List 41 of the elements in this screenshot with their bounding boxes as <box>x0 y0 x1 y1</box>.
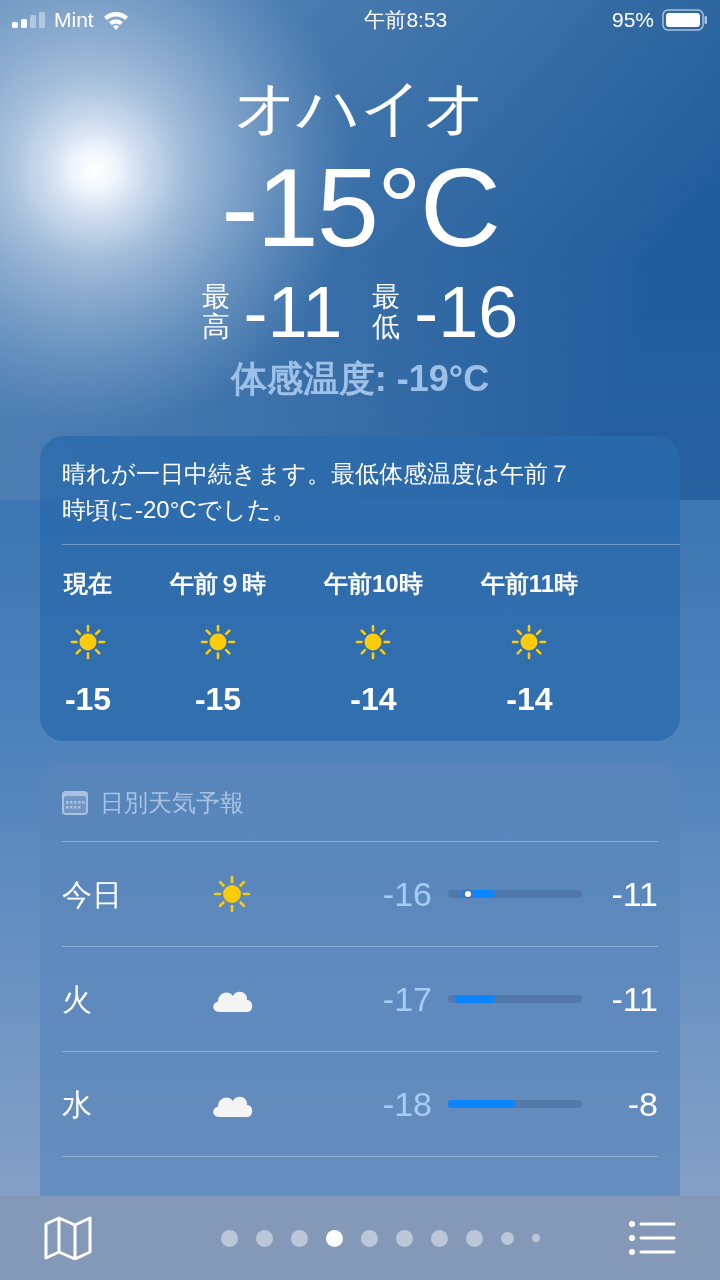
temperature-range-fill <box>454 995 495 1003</box>
hour-temperature: -15 <box>64 680 112 719</box>
day-label: 火 <box>62 981 93 1018</box>
hour-temperature: -14 <box>506 680 553 719</box>
low-temperature: -18 <box>381 1083 432 1125</box>
low-label: 最低 <box>372 282 401 342</box>
low-temperature: -16 <box>414 272 519 352</box>
low-temperature: -16 <box>381 873 432 915</box>
sun-icon <box>68 622 108 662</box>
hour-label: 現在 <box>64 569 112 599</box>
hour-label: 午前11時 <box>480 569 579 599</box>
hour-label: 午前10時 <box>324 569 423 599</box>
signal-icon <box>12 12 46 28</box>
day-label: 今日 <box>62 876 123 913</box>
feels-like: 体感温度: -19°C <box>230 357 490 401</box>
current-temperature: -15°C <box>221 148 499 268</box>
high-temperature: -11 <box>610 873 658 915</box>
high-label: 最高 <box>201 282 230 342</box>
high-temperature: -8 <box>626 1083 658 1125</box>
sun-icon <box>198 622 238 662</box>
hour-label: 午前９時 <box>170 569 266 599</box>
calendar-icon <box>62 791 88 815</box>
day-label: 水 <box>62 1086 93 1123</box>
high-temperature: -11 <box>243 272 343 352</box>
hour-temperature: -15 <box>194 680 242 719</box>
list-icon <box>628 1220 676 1256</box>
battery-percent: 95% <box>611 7 654 34</box>
map-button[interactable] <box>44 1216 92 1260</box>
daily-forecast-title: 日別天気予報 <box>100 788 244 818</box>
clock-time: 午前8:53 <box>364 7 448 34</box>
hour-temperature: -14 <box>350 680 397 719</box>
battery-icon <box>662 9 708 31</box>
temperature-range-fill <box>448 1100 515 1108</box>
map-icon <box>44 1216 92 1260</box>
carrier-name: Mint <box>54 7 94 34</box>
low-temperature: -17 <box>381 978 432 1020</box>
forecast-summary: 晴れが一日中続きます。最低体感温度は午前７時頃に-20°Cでした。 <box>61 459 573 525</box>
city-name: オハイオ <box>234 72 486 144</box>
high-temperature: -11 <box>610 978 658 1020</box>
sun-icon <box>211 873 253 915</box>
list-button[interactable] <box>628 1220 676 1256</box>
